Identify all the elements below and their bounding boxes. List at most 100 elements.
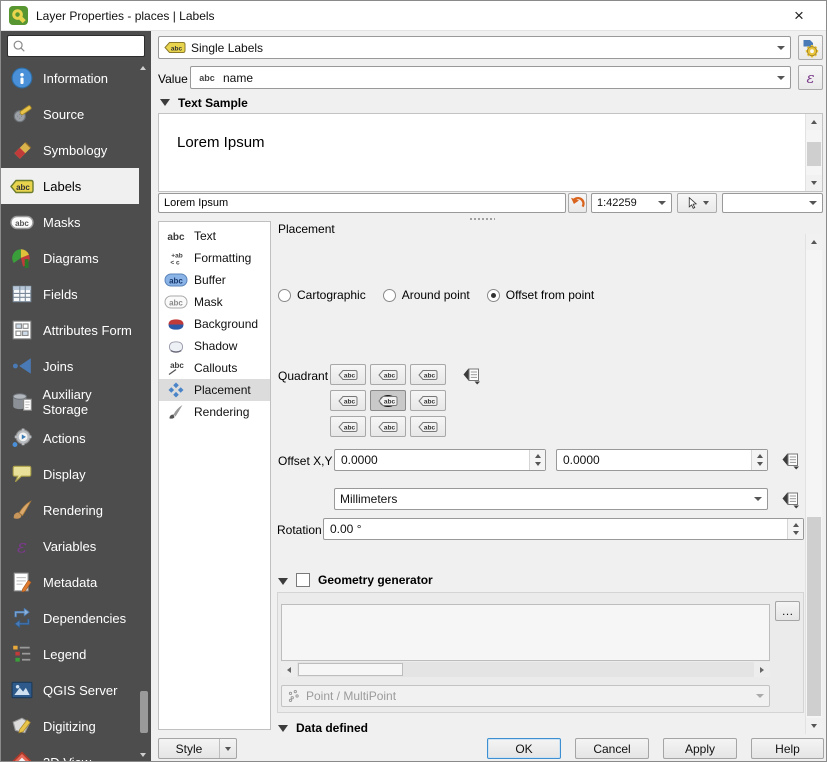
scroll-left-arrow[interactable] [281,662,297,677]
units-data-defined-button[interactable] [778,488,802,510]
rotation-spinbox[interactable]: 0.00 ° [323,518,804,540]
sidebar-search[interactable] [7,35,145,57]
sidebar-item-labels[interactable]: abcLabels [1,168,139,204]
sample-text-input[interactable] [164,197,560,209]
offset-y-spinbox[interactable]: 0.0000 [556,449,768,471]
quadrant-button-2[interactable]: abc [410,364,446,385]
sidebar-item-fields[interactable]: Fields [1,276,139,312]
quadrant-button-4[interactable]: abc [370,390,406,411]
preview-background-dropdown[interactable] [722,193,823,213]
attributes-form-icon [10,318,34,342]
scrollbar-thumb[interactable] [807,517,821,716]
spin-down-arrow[interactable] [757,462,763,466]
expression-browse-button[interactable]: … [775,601,800,621]
svg-text:abc: abc [424,372,436,379]
sidebar-scroll-up-arrow[interactable] [137,62,149,74]
scrollbar-thumb[interactable] [298,663,403,676]
quadrant-button-6[interactable]: abc [330,416,366,437]
scroll-right-arrow[interactable] [754,662,770,677]
sidebar-scroll-down-arrow[interactable] [137,749,149,761]
scrollbar-thumb[interactable] [807,142,821,166]
sidebar-item-diagrams[interactable]: Diagrams [1,240,139,276]
close-button[interactable]: × [786,4,812,28]
text-sample-collapse-icon[interactable] [160,99,170,106]
quadrant-data-defined-button[interactable] [459,364,483,386]
quadrant-button-7[interactable]: abc [370,416,406,437]
sidebar-item-source[interactable]: Source [1,96,139,132]
scroll-up-arrow[interactable] [806,114,822,130]
spin-up-arrow[interactable] [535,454,541,458]
tab-label: Shadow [194,339,237,353]
sidebar-item-metadata[interactable]: Metadata [1,564,139,600]
sidebar-item-qgis-server[interactable]: QGIS Server [1,672,139,708]
sidebar-item-attributes-form[interactable]: Attributes Form [1,312,139,348]
placement-mode-cartographic[interactable]: Cartographic [278,288,366,302]
sample-text-field[interactable] [158,193,566,213]
tab-rendering[interactable]: Rendering [159,401,270,423]
splitter-handle[interactable] [469,217,495,221]
sidebar-item-actions[interactable]: Actions [1,420,139,456]
sidebar-item-symbology[interactable]: Symbology [1,132,139,168]
qgis-logo-icon [9,6,28,25]
placement-mode-offset-from-point[interactable]: Offset from point [487,288,594,302]
tab-background[interactable]: Background [159,313,270,335]
search-input[interactable] [29,39,140,53]
quadrant-button-1[interactable]: abc [370,364,406,385]
automated-placement-settings-button[interactable] [798,35,823,60]
tab-placement[interactable]: Placement [159,379,270,401]
offset-x-spinbox[interactable]: 0.0000 [334,449,546,471]
offset-data-defined-button[interactable] [778,449,802,471]
spin-up-arrow[interactable] [757,454,763,458]
offset-units-dropdown[interactable]: Millimeters [334,488,768,510]
ok-button[interactable]: OK [487,738,561,759]
scroll-down-arrow[interactable] [806,718,822,734]
expression-builder-button[interactable]: ε [798,65,823,90]
tab-shadow[interactable]: Shadow [159,335,270,357]
sidebar-item-information[interactable]: Information [1,60,139,96]
sidebar-item-joins[interactable]: Joins [1,348,139,384]
quadrant-button-0[interactable]: abc [330,364,366,385]
style-menu-button[interactable]: Style [158,738,237,759]
cancel-button[interactable]: Cancel [575,738,649,759]
preview-scrollbar[interactable] [805,114,822,191]
geometry-generator-collapse-icon[interactable] [278,578,288,585]
sidebar-item-dependencies[interactable]: Dependencies [1,600,139,636]
sidebar-item-auxiliary-storage[interactable]: Auxiliary Storage [1,384,139,420]
help-button[interactable]: Help [751,738,824,759]
sidebar-scrollbar-thumb[interactable] [140,691,148,733]
sidebar-item-3d-view[interactable]: 3D View [1,744,139,762]
apply-button[interactable]: Apply [663,738,737,759]
geometry-expression-editor[interactable] [281,604,770,661]
tab-callouts[interactable]: abcCallouts [159,357,270,379]
quadrant-button-5[interactable]: abc [410,390,446,411]
spin-up-arrow[interactable] [793,523,799,527]
tab-mask[interactable]: abcMask [159,291,270,313]
reset-sample-button[interactable] [568,193,587,213]
quadrant-button-3[interactable]: abc [330,390,366,411]
scroll-down-arrow[interactable] [806,175,822,191]
label-type-dropdown[interactable]: abc Single Labels [158,36,791,59]
sidebar-item-rendering[interactable]: Rendering [1,492,139,528]
preview-scale-dropdown[interactable]: 1:42259 [591,193,672,213]
sidebar-item-display[interactable]: Display [1,456,139,492]
tab-text[interactable]: abcText [159,225,270,247]
tab-buffer[interactable]: abcBuffer [159,269,270,291]
set-to-canvas-scale-button[interactable] [677,193,717,213]
tab-formatting[interactable]: +ab< cFormatting [159,247,270,269]
data-defined-collapse-icon[interactable] [278,725,288,732]
quadrant-button-8[interactable]: abc [410,416,446,437]
value-field-dropdown[interactable]: abc name [190,66,791,89]
sidebar-item-masks[interactable]: abcMasks [1,204,139,240]
scroll-up-arrow[interactable] [806,234,822,250]
expression-h-scrollbar[interactable] [281,662,770,677]
placement-mode-around-point[interactable]: Around point [383,288,470,302]
spin-down-arrow[interactable] [535,462,541,466]
sidebar-item-digitizing[interactable]: Digitizing [1,708,139,744]
spin-down-arrow[interactable] [793,531,799,535]
placement-scrollbar[interactable] [805,234,822,734]
sidebar-item-legend[interactable]: Legend [1,636,139,672]
sidebar-item-variables[interactable]: εVariables [1,528,139,564]
geometry-type-dropdown[interactable]: Point / MultiPoint [281,685,770,707]
geometry-generator-checkbox[interactable] [296,573,310,587]
formatting-tab-icon: +ab< c [163,251,189,266]
